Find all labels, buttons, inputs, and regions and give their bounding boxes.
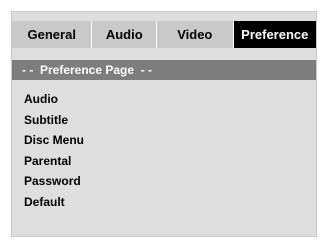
tab-preference[interactable]: Preference <box>233 21 316 48</box>
menu-item-default[interactable]: Default <box>24 192 84 213</box>
menu-item-audio[interactable]: Audio <box>24 89 84 110</box>
tab-bar: General Audio Video Preference <box>12 21 316 48</box>
preference-menu-list: Audio Subtitle Disc Menu Parental Passwo… <box>24 89 84 212</box>
tab-general[interactable]: General <box>12 21 93 48</box>
page-title: - - Preference Page - - <box>12 60 316 80</box>
tab-audio[interactable]: Audio <box>92 21 158 48</box>
setup-menu-screen: General Audio Video Preference - - Prefe… <box>11 11 317 237</box>
menu-item-parental[interactable]: Parental <box>24 151 84 172</box>
tab-video[interactable]: Video <box>157 21 234 48</box>
menu-item-disc-menu[interactable]: Disc Menu <box>24 130 84 151</box>
menu-item-password[interactable]: Password <box>24 171 84 192</box>
menu-item-subtitle[interactable]: Subtitle <box>24 110 84 131</box>
